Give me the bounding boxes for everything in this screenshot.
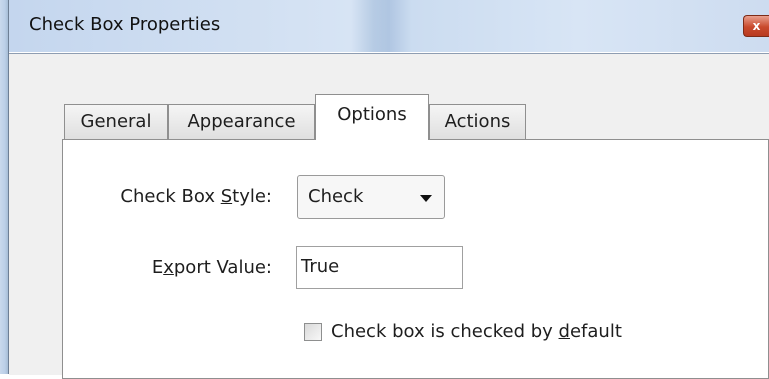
check-box-style-label: Check Box Style: <box>120 186 272 207</box>
close-icon: x <box>752 19 761 33</box>
title-bar[interactable]: Check Box Properties x <box>9 0 769 52</box>
close-button[interactable]: x <box>743 15 769 37</box>
export-value-input[interactable]: True <box>296 246 463 289</box>
tab-actions[interactable]: Actions <box>429 104 526 139</box>
export-value-label: Export Value: <box>151 257 272 278</box>
chevron-down-icon <box>420 195 432 202</box>
checked-by-default-label[interactable]: Check box is checked by default <box>331 321 622 342</box>
tab-options[interactable]: Options <box>315 94 429 140</box>
checked-by-default-checkbox[interactable] <box>304 323 322 341</box>
window-title: Check Box Properties <box>29 14 221 35</box>
tab-appearance[interactable]: Appearance <box>168 104 315 139</box>
check-box-style-select[interactable]: Check <box>297 175 445 219</box>
tab-general[interactable]: General <box>64 104 168 139</box>
window-frame-left <box>0 0 9 374</box>
check-box-style-value: Check <box>308 186 364 207</box>
